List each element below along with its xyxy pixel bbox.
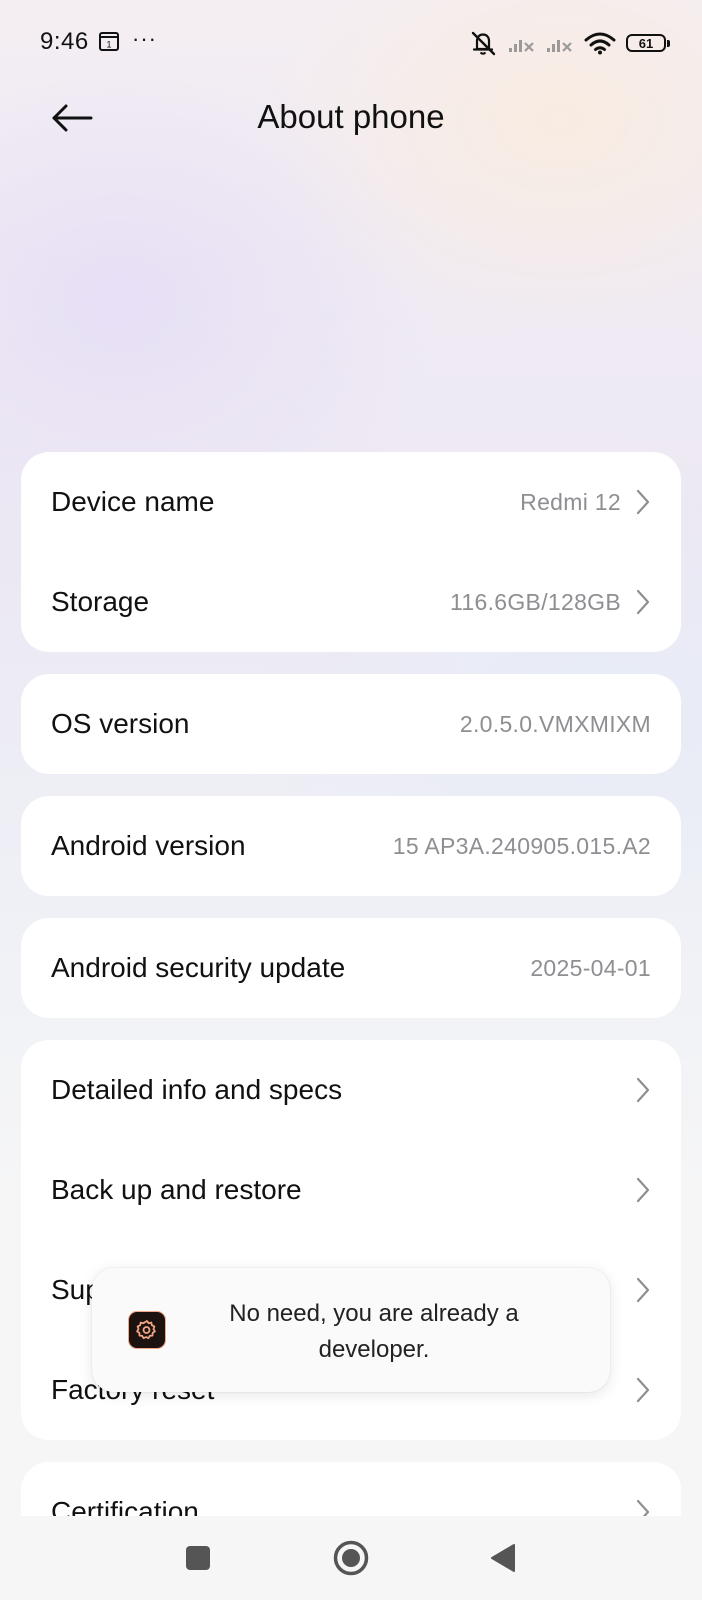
back-nav-button[interactable] <box>463 1516 543 1600</box>
device-card: Device name Redmi 12 Storage 116.6GB/128… <box>21 452 681 652</box>
os-version-label: OS version <box>51 708 190 739</box>
status-time: 9:46 <box>40 28 89 55</box>
settings-app-icon <box>128 1311 166 1349</box>
chevron-right-icon <box>636 489 650 515</box>
battery-level: 61 <box>638 35 654 51</box>
android-version-row[interactable]: Android version 15 AP3A.240905.015.A2 <box>21 796 681 896</box>
circle-icon <box>333 1540 369 1576</box>
svg-text:1: 1 <box>106 40 111 50</box>
battery-icon: 61 <box>626 34 670 52</box>
storage-value: 116.6GB/128GB <box>450 588 621 615</box>
security-update-label: Android security update <box>51 952 346 983</box>
security-update-value: 2025-04-01 <box>530 954 651 981</box>
signal-no-service-icon-2 <box>547 40 572 52</box>
android-version-label: Android version <box>51 830 246 861</box>
storage-label: Storage <box>51 586 150 617</box>
bell-muted-icon <box>471 31 496 56</box>
home-button[interactable] <box>311 1516 391 1600</box>
square-icon <box>186 1546 210 1570</box>
device-name-value: Redmi 12 <box>520 488 621 515</box>
toast-message: No need, you are already a developer. <box>92 1268 610 1392</box>
chevron-right-icon <box>636 1177 650 1203</box>
chevron-right-icon <box>636 1277 650 1303</box>
more-notifications-icon: ··· <box>132 26 157 51</box>
backup-restore-row[interactable]: Back up and restore <box>21 1140 681 1240</box>
android-version-value: 15 AP3A.240905.015.A2 <box>392 832 651 859</box>
detailed-info-label: Detailed info and specs <box>51 1074 343 1105</box>
gear-icon <box>136 1320 156 1340</box>
os-version-row[interactable]: OS version 2.0.5.0.VMXMIXM <box>21 674 681 774</box>
os-version-value: 2.0.5.0.VMXMIXM <box>459 710 651 737</box>
detailed-info-row[interactable]: Detailed info and specs <box>21 1040 681 1140</box>
security-update-row[interactable]: Android security update 2025-04-01 <box>21 918 681 1018</box>
status-icons: 61 <box>468 28 670 58</box>
status-bar: 9:46 1 ··· 61 <box>0 0 702 84</box>
os-version-card: OS version 2.0.5.0.VMXMIXM <box>21 674 681 774</box>
device-name-row[interactable]: Device name Redmi 12 <box>21 452 681 552</box>
storage-row[interactable]: Storage 116.6GB/128GB <box>21 552 681 652</box>
page-title: About phone <box>257 98 445 135</box>
wifi-icon <box>584 32 616 55</box>
android-version-card: Android version 15 AP3A.240905.015.A2 <box>21 796 681 896</box>
chevron-right-icon <box>636 1377 650 1403</box>
triangle-back-icon <box>491 1544 515 1572</box>
backup-restore-label: Back up and restore <box>51 1174 302 1205</box>
chevron-right-icon <box>636 589 650 615</box>
recents-button[interactable] <box>158 1516 238 1600</box>
chevron-right-icon <box>636 1077 650 1103</box>
device-name-label: Device name <box>51 486 215 517</box>
calendar-icon: 1 <box>99 32 119 51</box>
navigation-bar <box>0 1516 702 1600</box>
toast-text: No need, you are already a developer. <box>229 1300 519 1363</box>
signal-no-service-icon-1 <box>509 40 534 52</box>
security-update-card: Android security update 2025-04-01 <box>21 918 681 1018</box>
